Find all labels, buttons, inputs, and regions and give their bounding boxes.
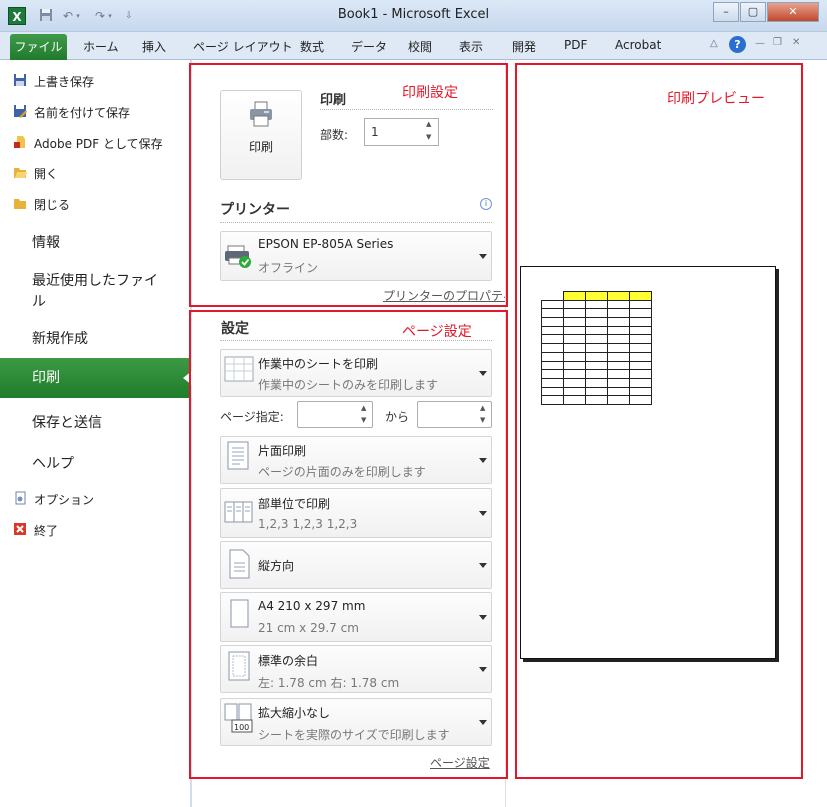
nav-save-adobe-pdf[interactable]: Adobe PDF として保存 <box>12 133 163 153</box>
nav-open[interactable]: 開く <box>12 163 58 183</box>
tab-data[interactable]: データ <box>351 38 387 55</box>
nav-new[interactable]: 新規作成 <box>32 328 88 348</box>
tab-insert[interactable]: 挿入 <box>142 38 166 55</box>
nav-options[interactable]: オプション <box>12 489 94 509</box>
folder-open-icon <box>12 165 28 181</box>
nav-help[interactable]: ヘルプ <box>32 453 74 473</box>
workbook-close-icon[interactable]: ✕ <box>792 37 800 48</box>
save-as-icon <box>12 104 28 120</box>
nav-save-adobe-pdf-label: Adobe PDF として保存 <box>34 136 163 151</box>
print-settings-annotation: 印刷設定 <box>402 85 458 101</box>
maximize-button[interactable]: ▢ <box>740 2 766 22</box>
folder-close-icon <box>12 196 28 212</box>
nav-save-as[interactable]: 名前を付けて保存 <box>12 102 130 122</box>
tab-home[interactable]: ホーム <box>83 38 119 55</box>
page-settings-annotation: ページ設定 <box>402 324 472 340</box>
collapse-ribbon-icon[interactable]: △ <box>710 38 718 49</box>
save-icon <box>12 73 28 89</box>
nav-print[interactable]: 印刷 <box>0 358 191 398</box>
tab-developer[interactable]: 開発 <box>512 38 536 55</box>
nav-recent[interactable]: 最近使用したファイ <box>32 270 158 290</box>
print-preview-highlight <box>515 63 803 779</box>
adobe-pdf-icon <box>12 135 28 151</box>
page-settings-highlight <box>189 310 508 779</box>
nav-open-label: 開く <box>34 166 59 181</box>
nav-exit[interactable]: 終了 <box>12 520 58 540</box>
nav-info[interactable]: 情報 <box>32 232 60 252</box>
print-preview-annotation: 印刷プレビュー <box>667 91 765 107</box>
tab-acrobat[interactable]: Acrobat <box>615 38 661 52</box>
print-settings-highlight <box>189 63 508 307</box>
close-button[interactable]: ✕ <box>767 2 819 22</box>
nav-save-label: 上書き保存 <box>34 74 95 89</box>
exit-icon <box>12 522 28 538</box>
tab-formulas[interactable]: 数式 <box>300 38 324 55</box>
workbook-restore-icon[interactable]: ❐ <box>773 37 782 48</box>
nav-close[interactable]: 閉じる <box>12 194 70 214</box>
nav-options-label: オプション <box>34 492 95 507</box>
nav-close-label: 閉じる <box>34 197 71 212</box>
nav-exit-label: 終了 <box>34 523 59 538</box>
nav-save[interactable]: 上書き保存 <box>12 71 94 91</box>
options-icon <box>12 491 28 507</box>
help-icon[interactable]: ? <box>729 36 746 53</box>
tab-page-layout[interactable]: ページ レイアウト <box>193 38 293 55</box>
tab-pdf[interactable]: PDF <box>564 38 587 52</box>
tab-view[interactable]: 表示 <box>459 38 483 55</box>
nav-save-send[interactable]: 保存と送信 <box>32 412 102 432</box>
tab-review[interactable]: 校閲 <box>408 38 432 55</box>
workbook-minimize-icon[interactable]: — <box>755 38 765 49</box>
nav-recent-cont[interactable]: ル <box>32 291 46 311</box>
nav-save-as-label: 名前を付けて保存 <box>34 105 131 120</box>
window-title: Book1 - Microsoft Excel <box>337 7 490 22</box>
tab-file[interactable]: ファイル <box>10 34 67 61</box>
minimize-button[interactable]: – <box>713 2 739 22</box>
